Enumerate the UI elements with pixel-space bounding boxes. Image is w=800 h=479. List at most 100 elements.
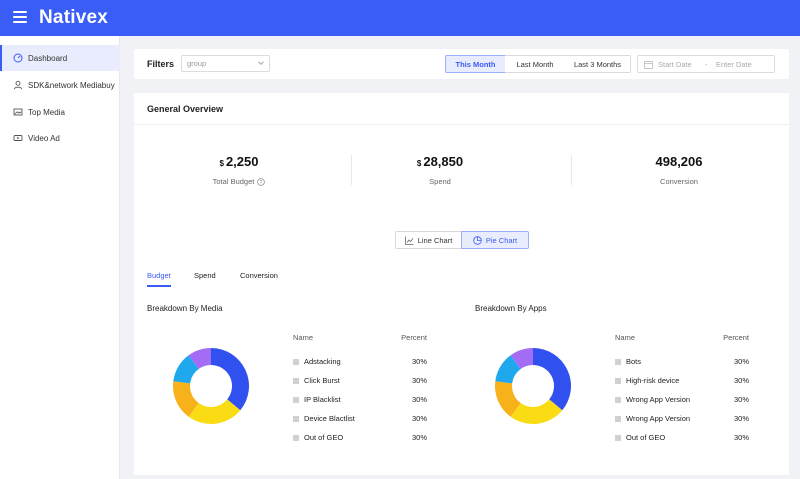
donut-segment-1[interactable] [533,348,571,411]
table-row: IP Blacklist 30% [293,390,427,409]
range-last-3-months-button[interactable]: Last 3 Months [565,55,631,73]
row-name: Bots [626,357,642,366]
calendar-icon [644,61,653,69]
kpi-label-text: Conversion [660,177,698,186]
apps-breakdown-table: Name Percent Bots 30% High-risk device 30%… [615,333,749,447]
legend-swatch [293,358,299,365]
kpi-label-text: Spend [429,177,451,186]
row-name: Wrong App Version [626,395,691,404]
row-name: High-risk device [626,376,680,385]
tab-spend[interactable]: Spend [194,271,216,285]
currency-symbol: $ [416,159,422,168]
sidebar-item-sdk-network-mediabuy[interactable]: SDK&network Mediabuy [0,72,120,98]
help-icon[interactable]: ? [257,177,266,186]
range-this-month-button[interactable]: This Month [445,55,506,73]
range-last-month-button[interactable]: Last Month [505,55,566,73]
top-bar: Nativex [0,0,800,36]
pie-chart-button[interactable]: Pie Chart [461,231,529,249]
sidebar-item-label: Video Ad [28,133,60,143]
col-name-header: Name [615,333,636,342]
row-name: Click Burst [304,376,340,385]
date-separator: - [705,60,708,69]
row-percent: 30% [733,395,749,404]
table-row: Click Burst 30% [293,371,427,390]
table-row: Wrong App Version 30% [615,390,749,409]
col-percent-header: Percent [723,333,749,342]
kpi-label: Conversion [594,177,764,186]
kpi-label: Spend [355,177,525,186]
table-row: Device Blactlist 30% [293,409,427,428]
sidebar: Dashboard SDK&network Mediabuy Top Media… [0,36,120,479]
tab-conversion[interactable]: Conversion [240,271,278,285]
kpi-value: $28,850 [355,154,525,169]
table-row: Bots 30% [615,352,749,371]
user-icon [12,80,23,91]
kpi-label: Total Budget ? [154,177,324,186]
kpi-separator [351,155,352,185]
row-name: Out of GEO [626,433,666,442]
legend-swatch [293,434,299,441]
kpi-value: $2,250 [154,154,324,169]
table-header: Name Percent [293,333,427,352]
app-logo[interactable]: Nativex [39,7,108,29]
row-name: Out of GEO [304,433,344,442]
date-range-picker[interactable]: Start Date - Enter Date [637,55,775,73]
legend-swatch [615,358,621,365]
legend-swatch [615,434,621,441]
kpi-label-text: Total Budget [212,177,255,186]
line-chart-button[interactable]: Line Chart [395,231,462,249]
kpi-number: 498,206 [655,154,703,169]
row-percent: 30% [411,414,427,423]
sidebar-item-top-media[interactable]: Top Media [0,99,120,125]
col-percent-header: Percent [401,333,427,342]
breakdown-media-title: Breakdown By Media [147,304,223,313]
media-donut-chart [173,348,249,424]
kpi-number: 28,850 [423,154,464,169]
row-name: Device Blactlist [304,414,355,423]
pie-chart-icon [473,235,482,245]
table-row: Out of GEO 30% [293,428,427,447]
group-select-placeholder: group [187,59,207,68]
line-chart-icon [404,236,414,245]
gauge-icon [12,53,23,64]
pie-chart-label: Pie Chart [485,235,518,245]
media-breakdown-table: Name Percent Adstacking 30% Click Burst 30… [293,333,427,447]
row-percent: 30% [733,414,749,423]
sidebar-item-dashboard[interactable]: Dashboard [0,45,120,71]
row-name: IP Blacklist [304,395,341,404]
legend-swatch [615,377,621,384]
table-header: Name Percent [615,333,749,352]
end-date-placeholder: Enter Date [716,60,752,69]
divider [134,124,789,125]
table-row: Out of GEO 30% [615,428,749,447]
legend-swatch [615,396,621,403]
row-percent: 30% [733,357,749,366]
group-select[interactable]: group [181,55,270,72]
donut-segment-1[interactable] [211,348,249,411]
breakdown-apps-title: Breakdown By Apps [475,304,547,313]
video-icon [12,133,23,144]
kpi-total-budget: $2,250 Total Budget ? [154,154,324,186]
sidebar-item-label: Top Media [28,107,65,117]
legend-swatch [615,415,621,422]
sidebar-item-video-ad[interactable]: Video Ad [0,125,120,151]
menu-icon[interactable] [13,11,27,23]
tab-budget[interactable]: Budget [147,271,171,287]
kpi-number: 2,250 [225,154,259,169]
legend-swatch [293,396,299,403]
svg-text:?: ? [260,180,263,186]
card-title: General Overview [147,104,224,114]
table-row: Wrong App Version 30% [615,409,749,428]
filters-label: Filters [147,59,175,69]
row-name: Adstacking [304,357,341,366]
legend-swatch [293,415,299,422]
row-percent: 30% [733,376,749,385]
sidebar-item-label: Dashboard [28,53,68,63]
row-percent: 30% [411,433,427,442]
chevron-down-icon [258,61,264,65]
line-chart-label: Line Chart [417,235,453,245]
kpi-separator [571,155,572,185]
kpi-spend: $28,850 Spend [355,154,525,186]
legend-swatch [293,377,299,384]
row-percent: 30% [411,357,427,366]
